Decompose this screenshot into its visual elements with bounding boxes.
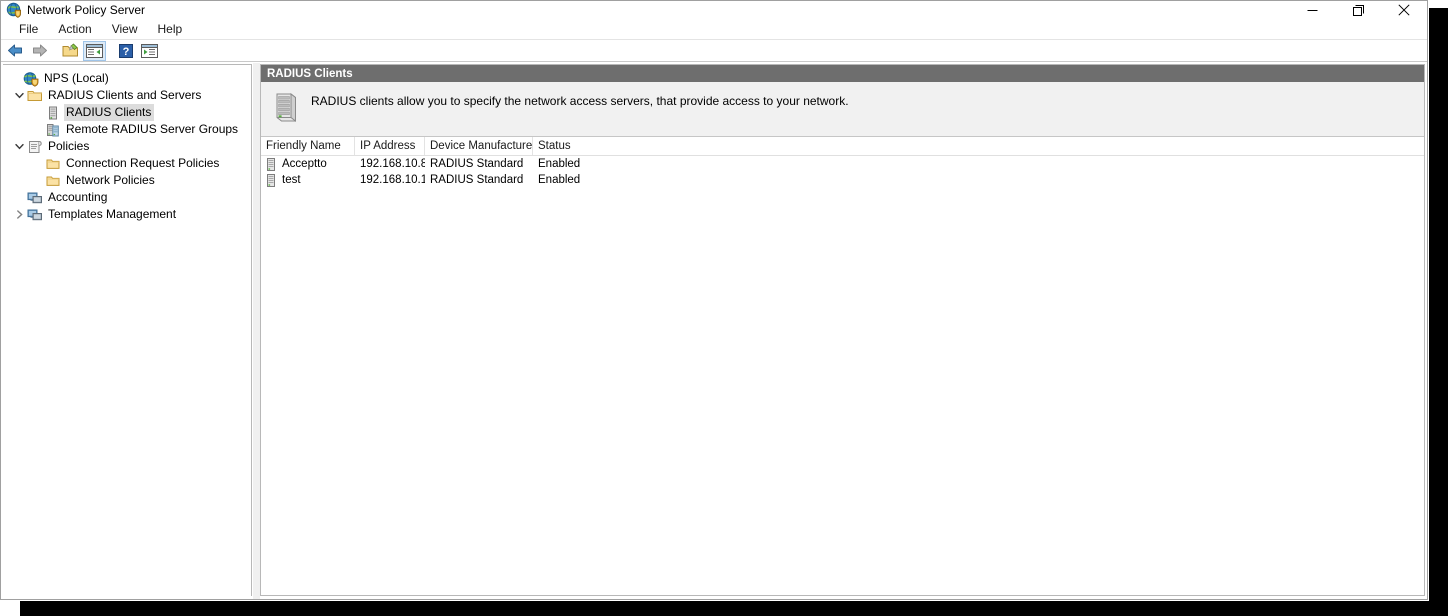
tree-item-label: RADIUS Clients and Servers: [48, 88, 202, 102]
menu-bar: File Action View Help: [1, 19, 1427, 40]
menu-view[interactable]: View: [102, 19, 148, 39]
tree-item-label: Templates Management: [48, 207, 177, 221]
chevron-down-icon[interactable]: [11, 88, 27, 104]
cell-ip-address: 192.168.10.16: [360, 174, 425, 186]
table-row[interactable]: test 192.168.10.16 RADIUS Standard Enabl…: [261, 172, 1424, 188]
column-header-device-manufacturer[interactable]: Device Manufacturer: [425, 137, 533, 155]
cell-device-manufacturer: RADIUS Standard: [430, 158, 524, 170]
toolbar-separator-2: [107, 41, 114, 61]
twisty-placeholder: [11, 190, 27, 206]
cell-device-manufacturer: RADIUS Standard: [430, 174, 524, 186]
menu-help[interactable]: Help: [148, 19, 193, 39]
toolbar-separator: [52, 41, 59, 61]
nps-shield-globe-icon: [23, 71, 39, 87]
folder-icon: [45, 156, 61, 172]
window-controls: [1289, 1, 1427, 19]
svg-text:?: ?: [122, 46, 129, 58]
table-row[interactable]: Acceptto 192.168.10.8 RADIUS Standard En…: [261, 156, 1424, 172]
server-icon: [45, 105, 61, 121]
console-tree-pane: NPS (Local) RADIUS Clients and Servers R…: [3, 64, 252, 596]
folder-icon: [27, 88, 43, 104]
close-button[interactable]: [1381, 1, 1427, 19]
tree-item-connection-request-policies[interactable]: Connection Request Policies: [3, 155, 251, 172]
tree-item-radius-clients[interactable]: RADIUS Clients: [3, 104, 251, 121]
tree-item-radius-clients-and-servers[interactable]: RADIUS Clients and Servers: [3, 87, 251, 104]
show-action-pane-icon[interactable]: [138, 41, 161, 61]
tree-item-label: RADIUS Clients: [64, 104, 155, 121]
tree-item-label: NPS (Local): [44, 71, 109, 85]
twisty-placeholder: [29, 173, 45, 189]
column-header-ip-address[interactable]: IP Address: [355, 137, 425, 155]
back-arrow-icon[interactable]: [4, 41, 27, 61]
list-column-headers: Friendly Name IP Address Device Manufact…: [261, 137, 1424, 156]
cell-ip-address: 192.168.10.8: [360, 158, 425, 170]
show-console-tree-icon[interactable]: [83, 40, 106, 61]
description-panel: RADIUS clients allow you to specify the …: [261, 82, 1424, 137]
tree-item-label: Policies: [48, 139, 90, 153]
cell-status: Enabled: [538, 174, 581, 186]
list-rows: Acceptto 192.168.10.8 RADIUS Standard En…: [261, 156, 1424, 595]
tree-item-policies[interactable]: Policies: [3, 138, 251, 155]
tree-item-network-policies[interactable]: Network Policies: [3, 172, 251, 189]
content-area: NPS (Local) RADIUS Clients and Servers R…: [1, 63, 1427, 599]
chevron-right-icon[interactable]: [11, 207, 27, 223]
tree-item-label: Accounting: [48, 190, 108, 204]
menu-action[interactable]: Action: [48, 19, 101, 39]
cell-status: Enabled: [538, 158, 581, 170]
tree-item-label: Network Policies: [66, 173, 155, 187]
column-header-friendly-name[interactable]: Friendly Name: [261, 137, 355, 155]
tree-item-nps-local[interactable]: NPS (Local): [3, 70, 251, 87]
cell-text: test: [282, 174, 301, 186]
tree-item-remote-radius-server-groups[interactable]: Remote RADIUS Server Groups: [3, 121, 251, 138]
description-text: RADIUS clients allow you to specify the …: [311, 94, 849, 108]
menu-file[interactable]: File: [9, 19, 48, 39]
radius-clients-list: Friendly Name IP Address Device Manufact…: [261, 137, 1424, 595]
monitor-icon: [27, 207, 43, 223]
server-icon: [266, 157, 277, 171]
twisty-placeholder: [29, 156, 45, 172]
tree-item-label: Connection Request Policies: [66, 156, 220, 170]
toolbar: ?: [1, 40, 1427, 62]
server-icon: [266, 173, 277, 187]
title-bar: Network Policy Server: [1, 1, 1427, 19]
tree-root: NPS (Local) RADIUS Clients and Servers R…: [3, 65, 251, 223]
column-header-status[interactable]: Status: [533, 137, 788, 155]
tree-item-accounting[interactable]: Accounting: [3, 189, 251, 206]
pane-title: RADIUS Clients: [261, 65, 1424, 82]
policy-scroll-icon: [27, 139, 43, 155]
restore-button[interactable]: [1335, 1, 1381, 19]
cell-text: Acceptto: [282, 158, 327, 170]
server-rack-icon: [273, 91, 299, 125]
twisty-placeholder: [29, 105, 45, 121]
up-folder-icon[interactable]: [59, 41, 82, 61]
monitor-icon: [27, 190, 43, 206]
twisty-placeholder: [29, 122, 45, 138]
folder-icon: [45, 173, 61, 189]
minimize-button[interactable]: [1289, 1, 1335, 19]
cell-friendly-name: Acceptto: [261, 156, 355, 172]
forward-arrow-icon[interactable]: [28, 41, 51, 61]
nps-shield-globe-icon: [6, 2, 22, 18]
twisty-placeholder: [7, 71, 23, 87]
results-pane: RADIUS Clients RADIUS clients allow you …: [260, 64, 1425, 596]
application-window: Network Policy Server File Action View H…: [0, 0, 1428, 600]
chevron-down-icon[interactable]: [11, 139, 27, 155]
window-title: Network Policy Server: [27, 3, 146, 17]
server-group-icon: [45, 122, 61, 138]
pane-splitter[interactable]: [252, 63, 260, 599]
tree-item-templates-management[interactable]: Templates Management: [3, 206, 251, 223]
tree-item-label: Remote RADIUS Server Groups: [66, 122, 239, 136]
help-icon[interactable]: ?: [114, 41, 137, 61]
window-shadow-right: [1429, 8, 1448, 616]
cell-friendly-name: test: [261, 172, 355, 188]
window-shadow-bottom: [20, 601, 1429, 616]
